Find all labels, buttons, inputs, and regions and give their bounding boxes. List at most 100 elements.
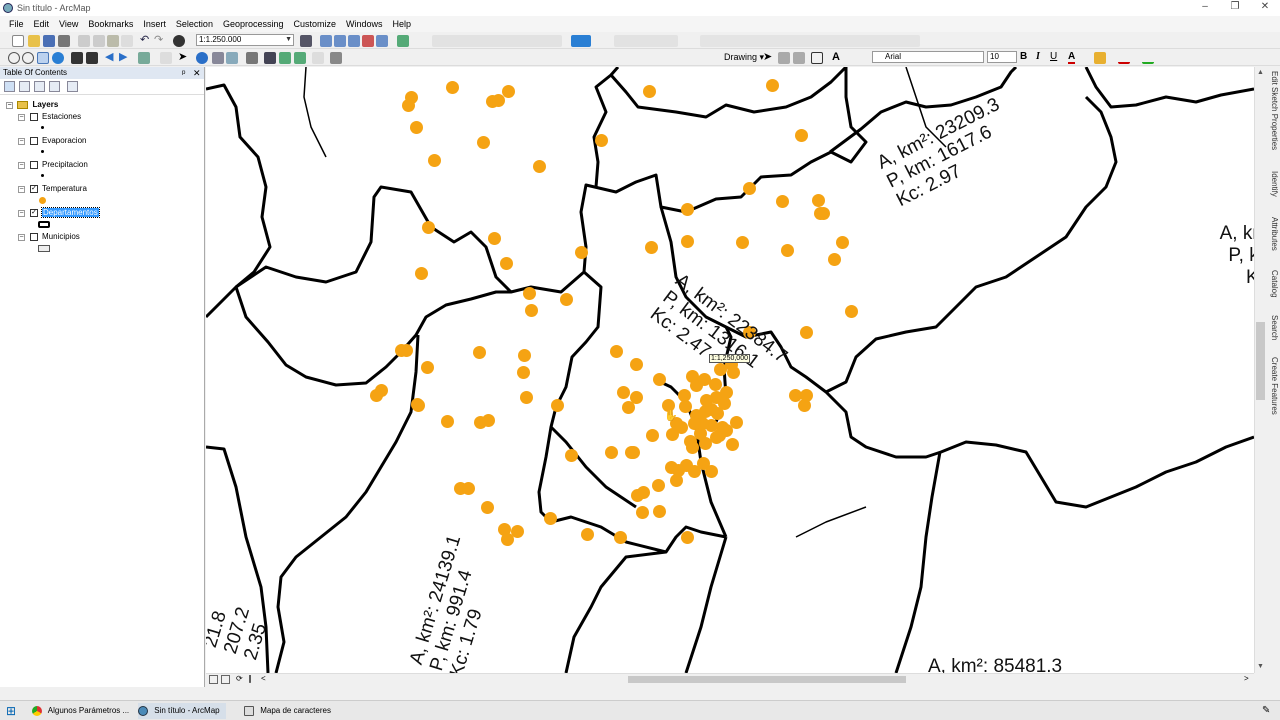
taskbar-item[interactable]: Mapa de caracteres bbox=[244, 703, 331, 719]
menu-insert[interactable]: Insert bbox=[138, 19, 171, 29]
pause-drawing-icon[interactable]: ∥ bbox=[248, 674, 252, 683]
layer-visibility-checkbox[interactable]: ✓ bbox=[30, 185, 38, 193]
pan-icon[interactable] bbox=[37, 52, 49, 64]
python-window-icon[interactable] bbox=[376, 35, 388, 47]
maximize-button[interactable]: ❐ bbox=[1220, 0, 1250, 16]
collapse-icon[interactable]: − bbox=[18, 114, 25, 121]
collapse-icon[interactable]: − bbox=[18, 210, 25, 217]
editor-toolbar-icon[interactable] bbox=[300, 35, 312, 47]
zoom-out-icon[interactable] bbox=[22, 52, 34, 64]
list-by-visibility-icon[interactable] bbox=[34, 81, 45, 92]
rotate-icon[interactable] bbox=[778, 52, 790, 64]
menu-windows[interactable]: Windows bbox=[341, 19, 388, 29]
layer-visibility-checkbox[interactable] bbox=[30, 113, 38, 121]
tab-edit-sketch-properties[interactable]: Edit Sketch Properties bbox=[1267, 71, 1279, 150]
menu-help[interactable]: Help bbox=[388, 19, 417, 29]
search-window-icon[interactable] bbox=[348, 35, 360, 47]
layer-visibility-checkbox[interactable]: ✓ bbox=[30, 209, 38, 217]
catalog-window-icon[interactable] bbox=[334, 35, 346, 47]
viewer-window-icon[interactable] bbox=[330, 52, 342, 64]
menu-bookmarks[interactable]: Bookmarks bbox=[83, 19, 138, 29]
horizontal-scrollbar[interactable]: ⟳ ∥ < > bbox=[206, 673, 1254, 685]
undo-icon[interactable]: ↶ bbox=[140, 35, 152, 47]
delete-icon[interactable] bbox=[121, 35, 133, 47]
back-extent-icon[interactable]: ◀ bbox=[105, 52, 117, 64]
menu-file[interactable]: File bbox=[4, 19, 29, 29]
scroll-right-icon[interactable]: > bbox=[1244, 674, 1249, 683]
rectangle-icon[interactable] bbox=[811, 52, 823, 64]
minimize-button[interactable]: – bbox=[1190, 0, 1220, 16]
tab-search[interactable]: Search bbox=[1267, 315, 1279, 340]
html-popup-icon[interactable] bbox=[212, 52, 224, 64]
font-combo[interactable]: Arial bbox=[872, 51, 984, 63]
tab-create-features[interactable]: Create Features bbox=[1267, 357, 1279, 415]
menu-selection[interactable]: Selection bbox=[171, 19, 218, 29]
hyperlink-icon[interactable] bbox=[226, 52, 238, 64]
paste-icon[interactable] bbox=[107, 35, 119, 47]
menu-view[interactable]: View bbox=[54, 19, 83, 29]
menu-customize[interactable]: Customize bbox=[289, 19, 342, 29]
text-tool-icon[interactable]: A bbox=[832, 52, 844, 64]
layer-visibility-checkbox[interactable] bbox=[30, 137, 38, 145]
close-icon[interactable]: ✕ bbox=[193, 67, 201, 79]
taskbar-item[interactable]: Sin título - ArcMap bbox=[138, 703, 226, 719]
open-folder-icon[interactable] bbox=[28, 35, 40, 47]
collapse-icon[interactable]: − bbox=[18, 138, 25, 145]
pin-icon[interactable]: ᵖ bbox=[182, 67, 185, 79]
tab-identify[interactable]: Identify bbox=[1267, 171, 1279, 197]
collapse-icon[interactable]: − bbox=[18, 162, 25, 169]
identify-icon[interactable] bbox=[196, 52, 208, 64]
full-extent-icon[interactable] bbox=[52, 52, 64, 64]
menu-edit[interactable]: Edit bbox=[29, 19, 55, 29]
redo-icon[interactable]: ↷ bbox=[154, 35, 166, 47]
forward-extent-icon[interactable]: ▶ bbox=[119, 52, 131, 64]
layer-visibility-checkbox[interactable] bbox=[30, 161, 38, 169]
arctoolbox-icon[interactable] bbox=[362, 35, 374, 47]
collapse-icon[interactable]: − bbox=[18, 186, 25, 193]
zoom-to-selected-icon[interactable] bbox=[793, 52, 805, 64]
new-document-icon[interactable] bbox=[12, 35, 24, 47]
find-route-icon[interactable] bbox=[279, 52, 291, 64]
select-features-icon[interactable] bbox=[138, 52, 150, 64]
toc-options-icon[interactable] bbox=[67, 81, 78, 92]
list-by-source-icon[interactable] bbox=[19, 81, 30, 92]
windows-start-icon[interactable]: ⊞ bbox=[6, 703, 20, 719]
list-by-selection-icon[interactable] bbox=[49, 81, 60, 92]
close-button[interactable]: ✕ bbox=[1250, 0, 1280, 16]
goto-xy-icon[interactable] bbox=[294, 52, 306, 64]
collapse-icon[interactable]: − bbox=[18, 234, 25, 241]
font-size-combo[interactable]: 10 bbox=[987, 51, 1017, 63]
fixed-zoom-out-icon[interactable] bbox=[86, 52, 98, 64]
map-display[interactable]: A, km²: 23209.3 P, km: 1617.6 Kc: 2.97 A… bbox=[206, 67, 1254, 673]
list-by-drawing-order-icon[interactable] bbox=[4, 81, 15, 92]
select-elements-icon[interactable]: ➤ bbox=[178, 52, 190, 64]
tab-catalog[interactable]: Catalog bbox=[1267, 270, 1279, 298]
draw-select-icon[interactable]: ➤ bbox=[763, 52, 775, 64]
print-icon[interactable] bbox=[58, 35, 70, 47]
layer-visibility-checkbox[interactable] bbox=[30, 233, 38, 241]
scroll-left-icon[interactable]: < bbox=[261, 674, 266, 683]
line-color-icon[interactable] bbox=[1118, 52, 1130, 64]
layers-root[interactable]: − Layers bbox=[6, 100, 58, 109]
bold-button[interactable]: B bbox=[1020, 51, 1027, 62]
toc-window-icon[interactable] bbox=[320, 35, 332, 47]
italic-button[interactable]: I bbox=[1036, 51, 1040, 62]
scroll-down-icon[interactable]: ▼ bbox=[1257, 663, 1264, 670]
vertical-scrollbar[interactable]: ▲ ▼ bbox=[1254, 67, 1266, 673]
copy-icon[interactable] bbox=[93, 35, 105, 47]
refresh-icon[interactable]: ⟳ bbox=[236, 674, 243, 683]
cut-icon[interactable] bbox=[78, 35, 90, 47]
tab-attributes[interactable]: Attributes bbox=[1267, 217, 1279, 251]
model-builder-icon[interactable] bbox=[397, 35, 409, 47]
marker-color-icon[interactable] bbox=[1142, 52, 1154, 64]
fixed-zoom-in-icon[interactable] bbox=[71, 52, 83, 64]
data-view-icon[interactable] bbox=[209, 675, 218, 684]
add-data-icon[interactable] bbox=[173, 35, 185, 47]
zoom-in-icon[interactable] bbox=[8, 52, 20, 64]
time-slider-icon[interactable] bbox=[312, 52, 324, 64]
color-swatch[interactable] bbox=[571, 35, 591, 47]
layout-view-icon[interactable] bbox=[221, 675, 230, 684]
scroll-thumb[interactable] bbox=[1256, 322, 1265, 400]
drawing-menu[interactable]: Drawing ▾ bbox=[724, 52, 764, 63]
clear-selection-icon[interactable] bbox=[160, 52, 172, 64]
